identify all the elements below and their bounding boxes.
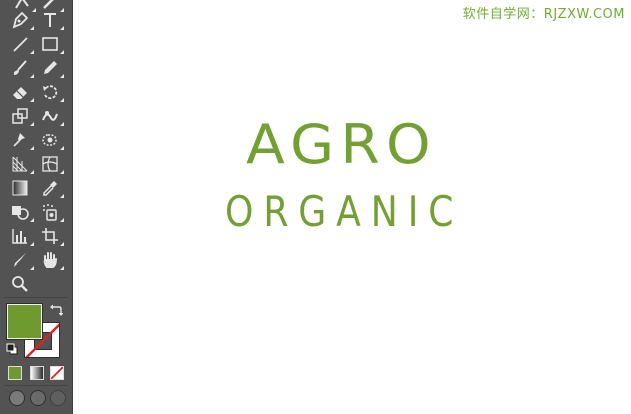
- scale-icon: [12, 108, 28, 124]
- free-transform-icon: [42, 134, 57, 146]
- gradient-mode-button[interactable]: [30, 366, 44, 380]
- rotate-tool[interactable]: [38, 81, 64, 103]
- separator: [4, 297, 68, 298]
- none-mode-button[interactable]: [50, 366, 64, 380]
- rectangle-icon: [42, 37, 58, 51]
- mesh-icon: [42, 156, 58, 172]
- pen-icon: [12, 11, 29, 29]
- scale-tool[interactable]: [8, 105, 34, 127]
- swap-fill-stroke-icon[interactable]: [50, 303, 63, 316]
- free-transform-tool[interactable]: [38, 129, 64, 151]
- warp-tool[interactable]: [38, 105, 64, 127]
- eyedropper-icon: [43, 181, 57, 196]
- symbol-sprayer-icon: [43, 204, 57, 221]
- slice-icon: [14, 253, 26, 267]
- fill-swatch[interactable]: [7, 304, 42, 339]
- pencil-icon: [44, 61, 57, 74]
- tools-panel: [0, 0, 73, 414]
- watermark-text: 软件自学网：RJZXW.COM: [462, 7, 625, 22]
- line-icon: [13, 37, 28, 52]
- shape-builder-icon: [12, 206, 29, 220]
- hand-icon: [43, 252, 57, 268]
- rectangle-tool[interactable]: [38, 33, 64, 55]
- mesh-tool[interactable]: [38, 153, 64, 175]
- rotate-icon: [43, 85, 58, 100]
- artboard-icon: [42, 228, 58, 244]
- artboard-tool[interactable]: [38, 225, 64, 247]
- column-graph-tool[interactable]: [8, 225, 34, 247]
- default-fill-stroke-icon[interactable]: [6, 343, 18, 355]
- eyedropper-tool[interactable]: [38, 177, 64, 199]
- perspective-grid-icon: [12, 156, 28, 172]
- logo-subtitle[interactable]: ORGANIC: [225, 186, 463, 238]
- none-slash-icon: [51, 367, 63, 379]
- zoom-icon: [12, 276, 28, 292]
- warp-icon: [42, 111, 58, 121]
- draw-behind-button[interactable]: [30, 390, 46, 406]
- color-mode-button[interactable]: [8, 366, 22, 380]
- separator: [4, 385, 68, 386]
- zoom-tool[interactable]: [8, 273, 32, 295]
- symbol-sprayer-tool[interactable]: [38, 201, 64, 223]
- brush-icon: [13, 60, 27, 75]
- logo-title[interactable]: AGRO: [246, 108, 437, 182]
- slice-tool[interactable]: [8, 249, 34, 271]
- eraser-tool[interactable]: [8, 81, 34, 103]
- gradient-tool[interactable]: [8, 177, 32, 199]
- type-tool[interactable]: [38, 9, 64, 31]
- paintbrush-tool[interactable]: [8, 57, 34, 79]
- type-icon: [44, 13, 56, 27]
- shape-builder-tool[interactable]: [8, 201, 34, 223]
- hand-tool[interactable]: [38, 249, 64, 271]
- pen-tool[interactable]: [8, 9, 34, 31]
- perspective-grid-tool[interactable]: [8, 153, 34, 175]
- draw-inside-button[interactable]: [50, 390, 66, 406]
- pin-icon: [13, 133, 25, 147]
- pencil-tool[interactable]: [38, 57, 64, 79]
- eraser-icon: [13, 87, 27, 99]
- line-segment-tool[interactable]: [8, 33, 34, 55]
- gradient-icon: [12, 180, 28, 196]
- puppet-warp-tool[interactable]: [8, 129, 34, 151]
- draw-normal-button[interactable]: [9, 390, 25, 406]
- column-graph-icon: [12, 229, 27, 244]
